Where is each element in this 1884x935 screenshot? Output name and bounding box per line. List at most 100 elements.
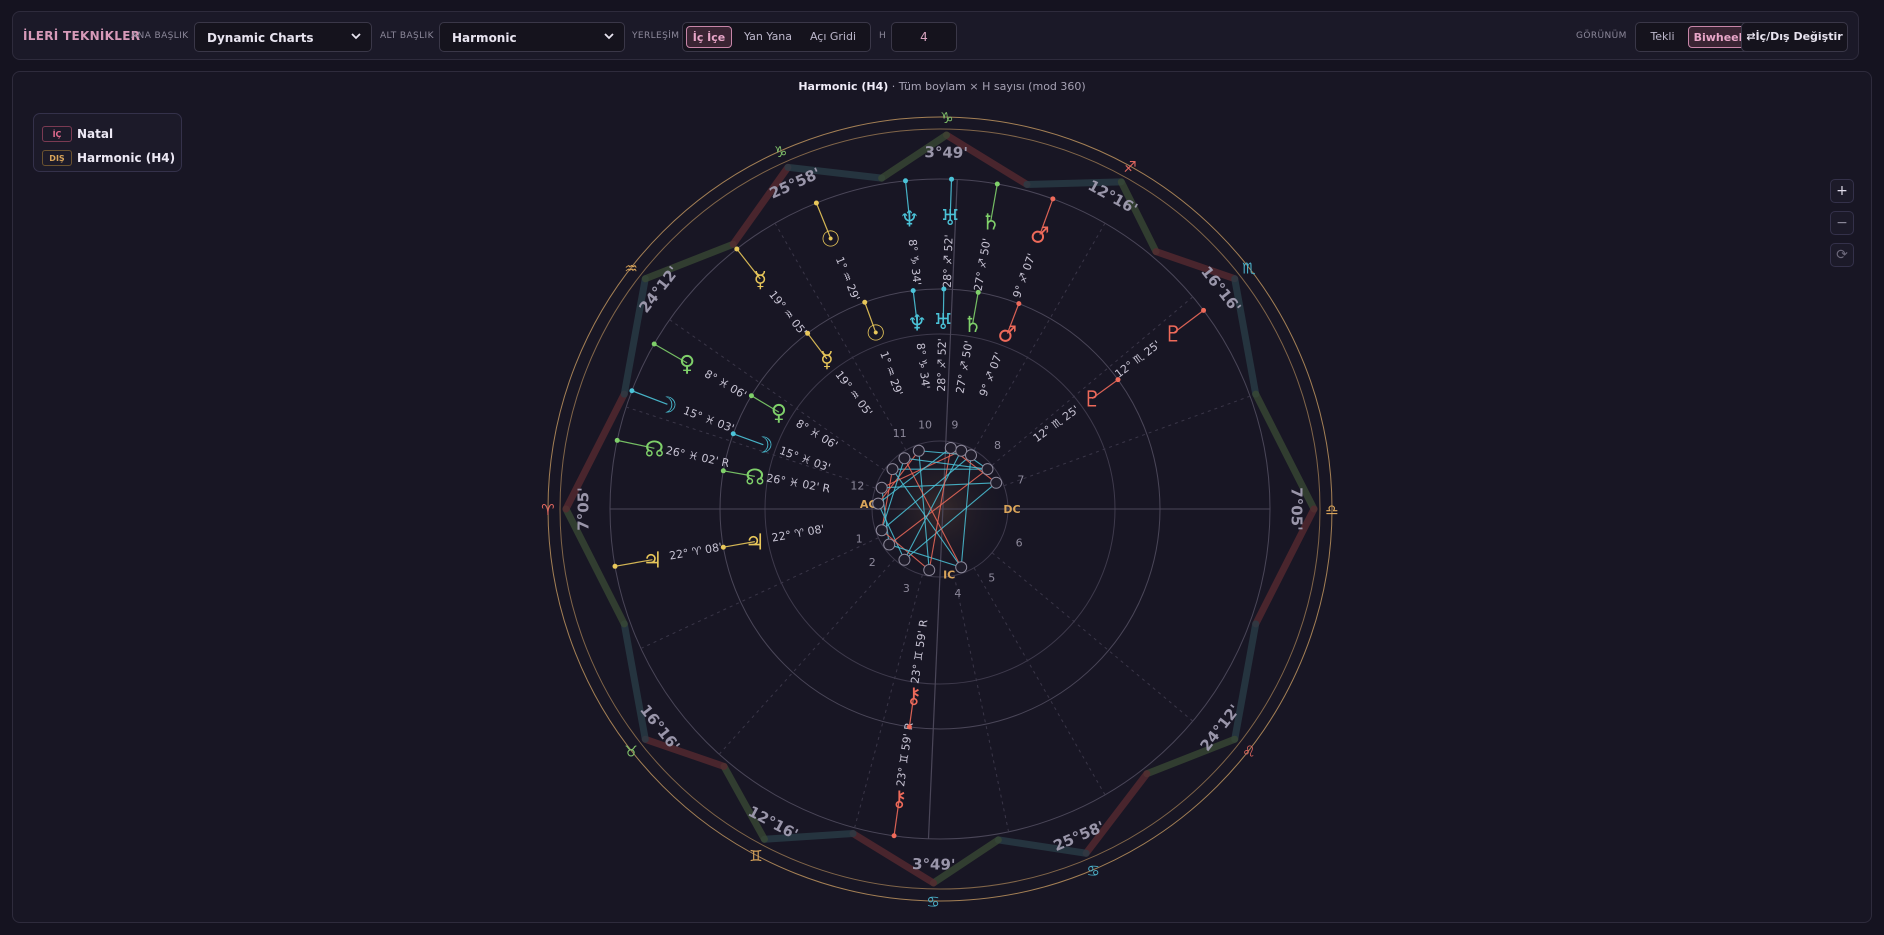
inner-planet-dot xyxy=(941,286,947,292)
aspect-node xyxy=(872,497,885,510)
zodiac-sign-glyph: ♉ xyxy=(624,742,637,760)
legend-item-outer: DIŞ Harmonic (H4) xyxy=(42,147,176,166)
zodiac-sign-glyph: ♎ xyxy=(1325,501,1338,519)
outer-planet-glyph: ♂ xyxy=(1030,224,1050,249)
zodiac-sign-glyph: ♋ xyxy=(1086,862,1099,880)
aspect-node xyxy=(923,564,936,577)
outer-planet-label: 12° ♏ 25' xyxy=(1113,338,1163,381)
outer-planet-dot xyxy=(614,437,620,443)
zoom-out-button[interactable]: − xyxy=(1830,211,1854,235)
inner-planet-glyph: ♆ xyxy=(907,311,927,336)
zodiac-sign-glyph: ♌ xyxy=(1242,742,1255,760)
house-cusp-line xyxy=(953,575,1010,832)
outer-planet-label: 15° ♓ 03' xyxy=(681,404,735,435)
outer-planet-glyph: ♇ xyxy=(1163,322,1183,347)
legend-item-inner: İÇ Natal xyxy=(42,123,114,142)
inner-planet-label: 19° ♒ 05' xyxy=(832,368,875,418)
legend-tag-inner: İÇ xyxy=(42,125,72,142)
inner-planet-label: 8° ♑ 34' xyxy=(914,342,933,390)
house-number-11: 11 xyxy=(893,427,907,440)
outer-planet-label: 27° ♐ 50' xyxy=(972,237,994,292)
harmonic-band-segment xyxy=(620,620,649,743)
house-cusp-line xyxy=(718,559,895,755)
house-number-5: 5 xyxy=(988,572,995,585)
inner-planet-label: 15° ♓ 03' xyxy=(778,444,833,474)
zodiac-sign-glyph: ♑ xyxy=(940,109,953,127)
outer-planet-label: 19° ♒ 05' xyxy=(766,288,809,338)
outer-planet-glyph: ☽ xyxy=(658,393,678,418)
house-number-9: 9 xyxy=(951,418,958,431)
inner-planet-dot xyxy=(720,544,726,550)
outer-planet-glyph: ☉ xyxy=(821,227,841,252)
reset-view-button[interactable]: ⟳ xyxy=(1830,243,1854,267)
inner-planet-glyph: ♅ xyxy=(933,310,953,335)
aspect-node xyxy=(875,481,888,494)
outer-planet-glyph: ☿ xyxy=(753,268,767,293)
outer-planet-dot xyxy=(734,246,740,252)
inner-planet-label: 22° ♈ 08' xyxy=(771,522,826,544)
legend-text-inner: Natal xyxy=(77,126,114,141)
house-number-8: 8 xyxy=(994,439,1001,452)
chart-legend: İÇ Natal DIŞ Harmonic (H4) xyxy=(33,113,182,172)
house-number-4: 4 xyxy=(954,587,961,600)
sign-degree-label: 7°05' xyxy=(575,487,593,530)
outer-planet-label: 23° ♊ 59' R xyxy=(894,721,916,787)
zodiac-sign-glyph: ♒ xyxy=(624,260,637,278)
inner-planet-label: 26° ♓ 02' R xyxy=(765,471,831,495)
outer-planet-label: 22° ♈ 08' xyxy=(668,541,723,563)
inner-planet-label: 12° ♏ 25' xyxy=(1031,403,1082,445)
inner-planet-label: 27° ♐ 50' xyxy=(953,340,975,395)
outer-planet-dot xyxy=(949,176,955,182)
outer-planet-glyph: ♄ xyxy=(981,210,1001,235)
harmonic-biwheel-chart: 123 456789101112AC DCIC3°49'12°16'16°16'7°… xyxy=(541,109,1338,911)
aspect-node xyxy=(965,449,977,462)
harmonic-band-segment xyxy=(729,163,792,248)
outer-planet-glyph: ♅ xyxy=(940,206,960,231)
outer-planet-dot xyxy=(1201,307,1207,313)
outer-planet-dot xyxy=(994,181,1000,187)
zodiac-sign-glyph: ♊ xyxy=(749,847,762,865)
inner-planet-dot xyxy=(862,299,868,305)
house-number-7: 7 xyxy=(1017,474,1024,487)
inner-planet-dot xyxy=(805,330,811,336)
inner-planet-label: 8° ♓ 06' xyxy=(794,417,840,452)
house-cusp-line xyxy=(973,222,1106,451)
aspect-node xyxy=(875,524,888,537)
outer-planet-label: 1° ♒ 29' xyxy=(833,255,862,303)
sign-degree-label: 3°49' xyxy=(912,855,956,874)
outer-planet-dot xyxy=(813,200,819,206)
outer-planet-glyph: ⚷ xyxy=(891,787,907,812)
outer-planet-dot xyxy=(903,178,909,184)
house-number-3: 3 xyxy=(903,582,910,595)
inner-planet-dot xyxy=(910,288,916,294)
inner-planet-dot xyxy=(975,289,981,295)
house-number-1: 1 xyxy=(856,532,863,545)
zoom-in-button[interactable]: + xyxy=(1830,179,1854,203)
house-number-10: 10 xyxy=(918,418,932,431)
inner-planet-glyph: ♄ xyxy=(963,313,983,338)
inner-planet-glyph: ☿ xyxy=(820,348,834,373)
inner-planet-glyph: ☽ xyxy=(753,434,773,459)
sign-degree-label: 3°49' xyxy=(924,143,968,162)
outer-planet-label: 28° ♐ 52' xyxy=(941,234,956,288)
house-number-2: 2 xyxy=(869,556,876,569)
angle-label-ic: IC xyxy=(943,568,955,581)
angle-label-dc: DC xyxy=(1003,503,1020,516)
inner-planet-glyph: ⚷ xyxy=(906,684,922,709)
aspect-node xyxy=(990,476,1003,489)
aspect-node xyxy=(886,463,899,476)
inner-planet-dot xyxy=(1016,301,1022,307)
sign-degree-label: 7°05' xyxy=(1288,487,1306,530)
outer-planet-glyph: ♆ xyxy=(900,208,920,233)
zodiac-sign-glyph: ♏ xyxy=(1242,260,1256,278)
zodiac-sign-glyph: ♋ xyxy=(926,893,939,911)
inner-planet-label: 23° ♊ 59' R xyxy=(909,618,931,684)
aspect-node xyxy=(944,441,957,454)
zodiac-sign-glyph: ♑ xyxy=(774,143,787,161)
outer-planet-label: 9° ♐ 07' xyxy=(1010,252,1038,300)
outer-planet-dot xyxy=(612,563,618,569)
inner-planet-glyph: ♀ xyxy=(771,401,787,426)
legend-text-outer: Harmonic (H4) xyxy=(77,150,176,165)
inner-planet-dot xyxy=(748,393,754,399)
house-number-6: 6 xyxy=(1016,537,1023,550)
